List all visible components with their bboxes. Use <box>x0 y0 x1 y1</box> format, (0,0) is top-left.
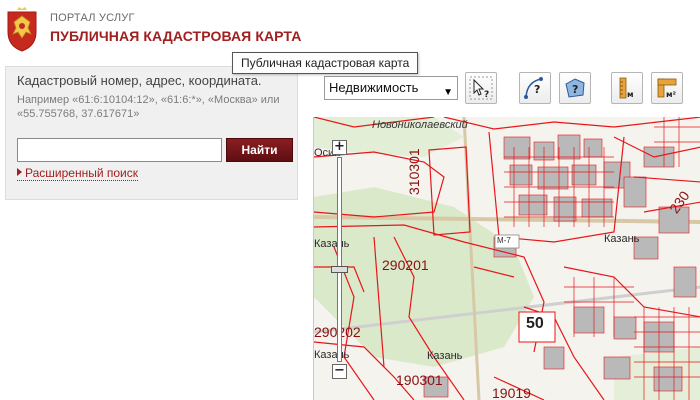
measure-length-tool-button[interactable]: м <box>611 72 643 104</box>
map-label-kazan-1: Казань <box>314 238 350 250</box>
ruler-m-icon: м <box>619 77 634 99</box>
svg-text:?: ? <box>572 83 578 96</box>
search-button[interactable]: Найти <box>226 138 293 162</box>
map-label-parcel-19019: 19019 <box>492 385 531 400</box>
tooltip: Публичная кадастровая карта <box>232 52 419 74</box>
search-input[interactable] <box>17 138 222 162</box>
map-label-parcel-190301: 190301 <box>396 372 443 388</box>
svg-text:м: м <box>627 90 634 99</box>
map-label-kazan-2: Казань <box>604 233 640 245</box>
coat-of-arms-icon[interactable] <box>4 6 40 52</box>
map-label-kazan-4: Казань <box>427 350 463 362</box>
svg-text:?: ? <box>484 90 489 100</box>
map-canvas <box>314 117 700 400</box>
search-example-hint: Например «61:6:10104:12», «61:6:*», «Мос… <box>17 94 280 120</box>
app-root: ПОРТАЛ УСЛУГ ПУБЛИЧНАЯ КАДАСТРОВАЯ КАРТА… <box>0 0 700 400</box>
map-label-kazan-3: Казань <box>314 349 350 361</box>
line-question-icon: ? <box>524 77 543 99</box>
zoom-slider-track[interactable] <box>337 157 342 362</box>
polygon-question-icon: ? <box>565 78 585 98</box>
area-info-tool-button[interactable]: ? <box>559 72 591 104</box>
advanced-search-label: Расширенный поиск <box>25 166 138 180</box>
map-label-m7-highway: М-7 <box>497 236 511 245</box>
cadastral-map[interactable]: Новониколаевский Осин 310301 290201 2902… <box>313 117 700 400</box>
line-info-tool-button[interactable]: ? <box>519 72 551 104</box>
portal-label: ПОРТАЛ УСЛУГ <box>50 12 135 24</box>
layer-select[interactable]: Недвижимость ▼ <box>324 76 458 100</box>
search-title: Кадастровый номер, адрес, координата. <box>17 73 262 88</box>
map-label-parcel-50: 50 <box>526 315 544 332</box>
measure-area-tool-button[interactable]: м² <box>651 72 683 104</box>
cursor-question-icon: ? <box>469 76 493 100</box>
map-label-novonikolaevsky: Новониколаевский <box>372 119 468 131</box>
map-label-parcel-290201: 290201 <box>382 257 429 273</box>
svg-text:?: ? <box>534 83 540 96</box>
search-panel: Кадастровый номер, адрес, координата. На… <box>5 66 298 200</box>
layer-select-value: Недвижимость <box>329 80 419 95</box>
identify-tool-button[interactable]: ? <box>465 72 497 104</box>
page-title[interactable]: ПУБЛИЧНАЯ КАДАСТРОВАЯ КАРТА <box>50 28 301 44</box>
ruler-m2-icon: м² <box>657 78 677 99</box>
svg-text:м²: м² <box>666 90 677 99</box>
dropdown-arrow-icon: ▼ <box>443 87 453 98</box>
zoom-out-button[interactable]: − <box>332 364 347 379</box>
advanced-search-link[interactable]: Расширенный поиск <box>17 166 138 181</box>
zoom-in-button[interactable]: + <box>332 140 347 155</box>
portal-header: ПОРТАЛ УСЛУГ ПУБЛИЧНАЯ КАДАСТРОВАЯ КАРТА <box>0 0 700 60</box>
zoom-slider-handle[interactable] <box>331 265 348 273</box>
map-label-parcel-310301: 310301 <box>406 148 422 195</box>
